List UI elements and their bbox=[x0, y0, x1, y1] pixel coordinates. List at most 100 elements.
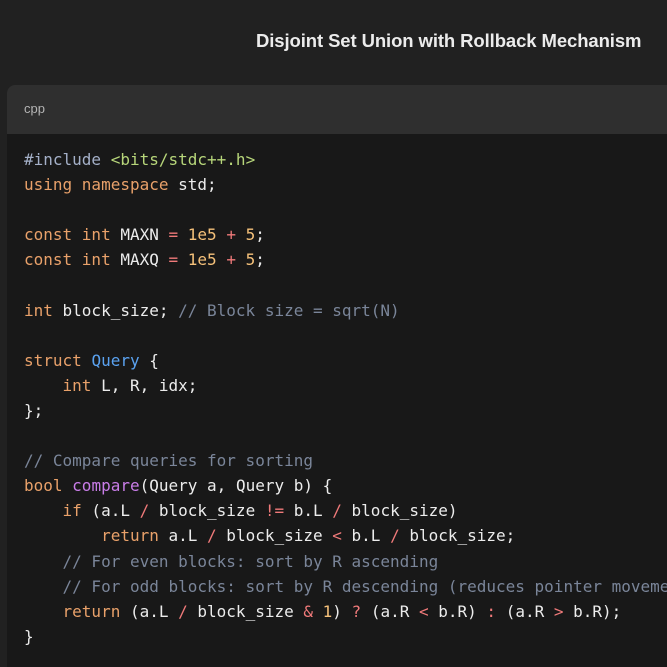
code-line: int L, R, idx; bbox=[24, 373, 667, 398]
code-block: cpp #include <bits/stdc++.h> using namesp… bbox=[7, 85, 667, 667]
code-token: 1 bbox=[322, 601, 333, 621]
code-block-header: cpp bbox=[7, 85, 667, 134]
code-token: b.L bbox=[341, 526, 391, 546]
code-token: b.R); bbox=[563, 601, 622, 621]
code-token: block_size bbox=[187, 601, 304, 621]
code-token: & bbox=[303, 601, 313, 621]
code-line: using namespace std; bbox=[24, 172, 667, 197]
code-token: struct bbox=[24, 350, 92, 370]
code-token: block_size bbox=[216, 526, 333, 546]
code-token: (a.R bbox=[496, 601, 554, 621]
code-line: bool compare(Query a, Query b) { bbox=[24, 473, 667, 498]
code-token: != bbox=[264, 501, 285, 521]
code-token: // For odd blocks: sort by R descending … bbox=[62, 576, 667, 596]
code-line: // Compare queries for sorting bbox=[24, 448, 667, 473]
code-token: + bbox=[226, 225, 236, 245]
code-line: int block_size; // Block size = sqrt(N) bbox=[24, 298, 667, 323]
code-token: int bbox=[24, 300, 63, 320]
code-token: MAXQ bbox=[120, 250, 169, 270]
code-line: // For odd blocks: sort by R descending … bbox=[24, 574, 667, 599]
code-line: const int MAXN = 1e5 + 5; bbox=[24, 222, 667, 247]
code-token: : bbox=[486, 601, 497, 621]
code-token: if bbox=[62, 501, 82, 521]
code-token: { bbox=[139, 350, 159, 370]
code-token: / bbox=[207, 526, 217, 546]
code-token: block_size; bbox=[62, 300, 179, 320]
code-token: block_size bbox=[149, 501, 265, 521]
code-token: #include bbox=[24, 150, 111, 169]
code-token: // Block size = sqrt(N) bbox=[178, 300, 400, 320]
code-content[interactable]: #include <bits/stdc++.h> using namespace … bbox=[24, 147, 667, 649]
code-line: return (a.L / block_size & 1) ? (a.R < b… bbox=[24, 599, 667, 624]
code-line: return a.L / block_size < b.L / block_si… bbox=[24, 523, 667, 548]
code-token: / bbox=[139, 501, 150, 521]
code-token: = bbox=[168, 225, 179, 245]
code-token: b.R) bbox=[428, 601, 487, 621]
code-token: std; bbox=[178, 175, 217, 195]
code-line: struct Query { bbox=[24, 348, 667, 373]
code-token: L, R, idx; bbox=[101, 375, 198, 395]
code-token: const int bbox=[24, 250, 121, 270]
code-token: < bbox=[418, 601, 429, 621]
code-token: // Compare queries for sorting bbox=[24, 451, 313, 471]
code-token: // For even blocks: sort by R ascending bbox=[62, 551, 439, 571]
code-token: const int bbox=[24, 225, 121, 245]
code-token: (a.R bbox=[361, 601, 419, 621]
code-token: return bbox=[62, 601, 121, 621]
code-token: < bbox=[332, 526, 342, 546]
code-token: b.L bbox=[284, 501, 333, 521]
code-line: // For even blocks: sort by R ascending bbox=[24, 549, 667, 574]
code-token: / bbox=[390, 526, 400, 546]
code-token: int bbox=[62, 375, 102, 395]
code-token: block_size) bbox=[341, 501, 458, 521]
code-token: = bbox=[168, 250, 179, 270]
code-line: const int MAXQ = 1e5 + 5; bbox=[24, 247, 667, 272]
code-token: 1e5 bbox=[187, 250, 217, 270]
code-line: #include <bits/stdc++.h> bbox=[24, 147, 667, 172]
code-token: / bbox=[332, 501, 342, 521]
code-token: <bits/stdc++.h> bbox=[110, 150, 256, 169]
code-line: if (a.L / block_size != b.L / block_size… bbox=[24, 498, 667, 523]
code-token: ) bbox=[332, 601, 352, 621]
page: Disjoint Set Union with Rollback Mechani… bbox=[0, 0, 667, 667]
code-token: (Query a, Query b) { bbox=[139, 476, 333, 496]
code-token: } bbox=[24, 626, 34, 646]
code-token: 5 bbox=[245, 225, 256, 245]
code-token: (a.L bbox=[120, 601, 179, 621]
code-token: a.L bbox=[158, 526, 208, 546]
code-token: Query bbox=[91, 350, 140, 370]
code-line: }; bbox=[24, 398, 667, 423]
code-token: compare bbox=[72, 476, 140, 496]
code-language-label: cpp bbox=[24, 101, 45, 116]
code-token: > bbox=[553, 601, 564, 621]
code-token: }; bbox=[24, 400, 44, 420]
code-token: ; bbox=[255, 250, 265, 270]
code-line: } bbox=[24, 624, 667, 649]
conversation-title: Disjoint Set Union with Rollback Mechani… bbox=[256, 30, 642, 51]
code-token: / bbox=[178, 601, 188, 621]
code-token: MAXN bbox=[120, 225, 169, 245]
code-token: ; bbox=[255, 225, 265, 245]
code-token: using namespace bbox=[24, 175, 179, 195]
code-token: bool bbox=[24, 476, 73, 496]
code-token: 1e5 bbox=[187, 225, 217, 245]
code-token: (a.L bbox=[81, 501, 140, 521]
code-token: ? bbox=[351, 601, 362, 621]
